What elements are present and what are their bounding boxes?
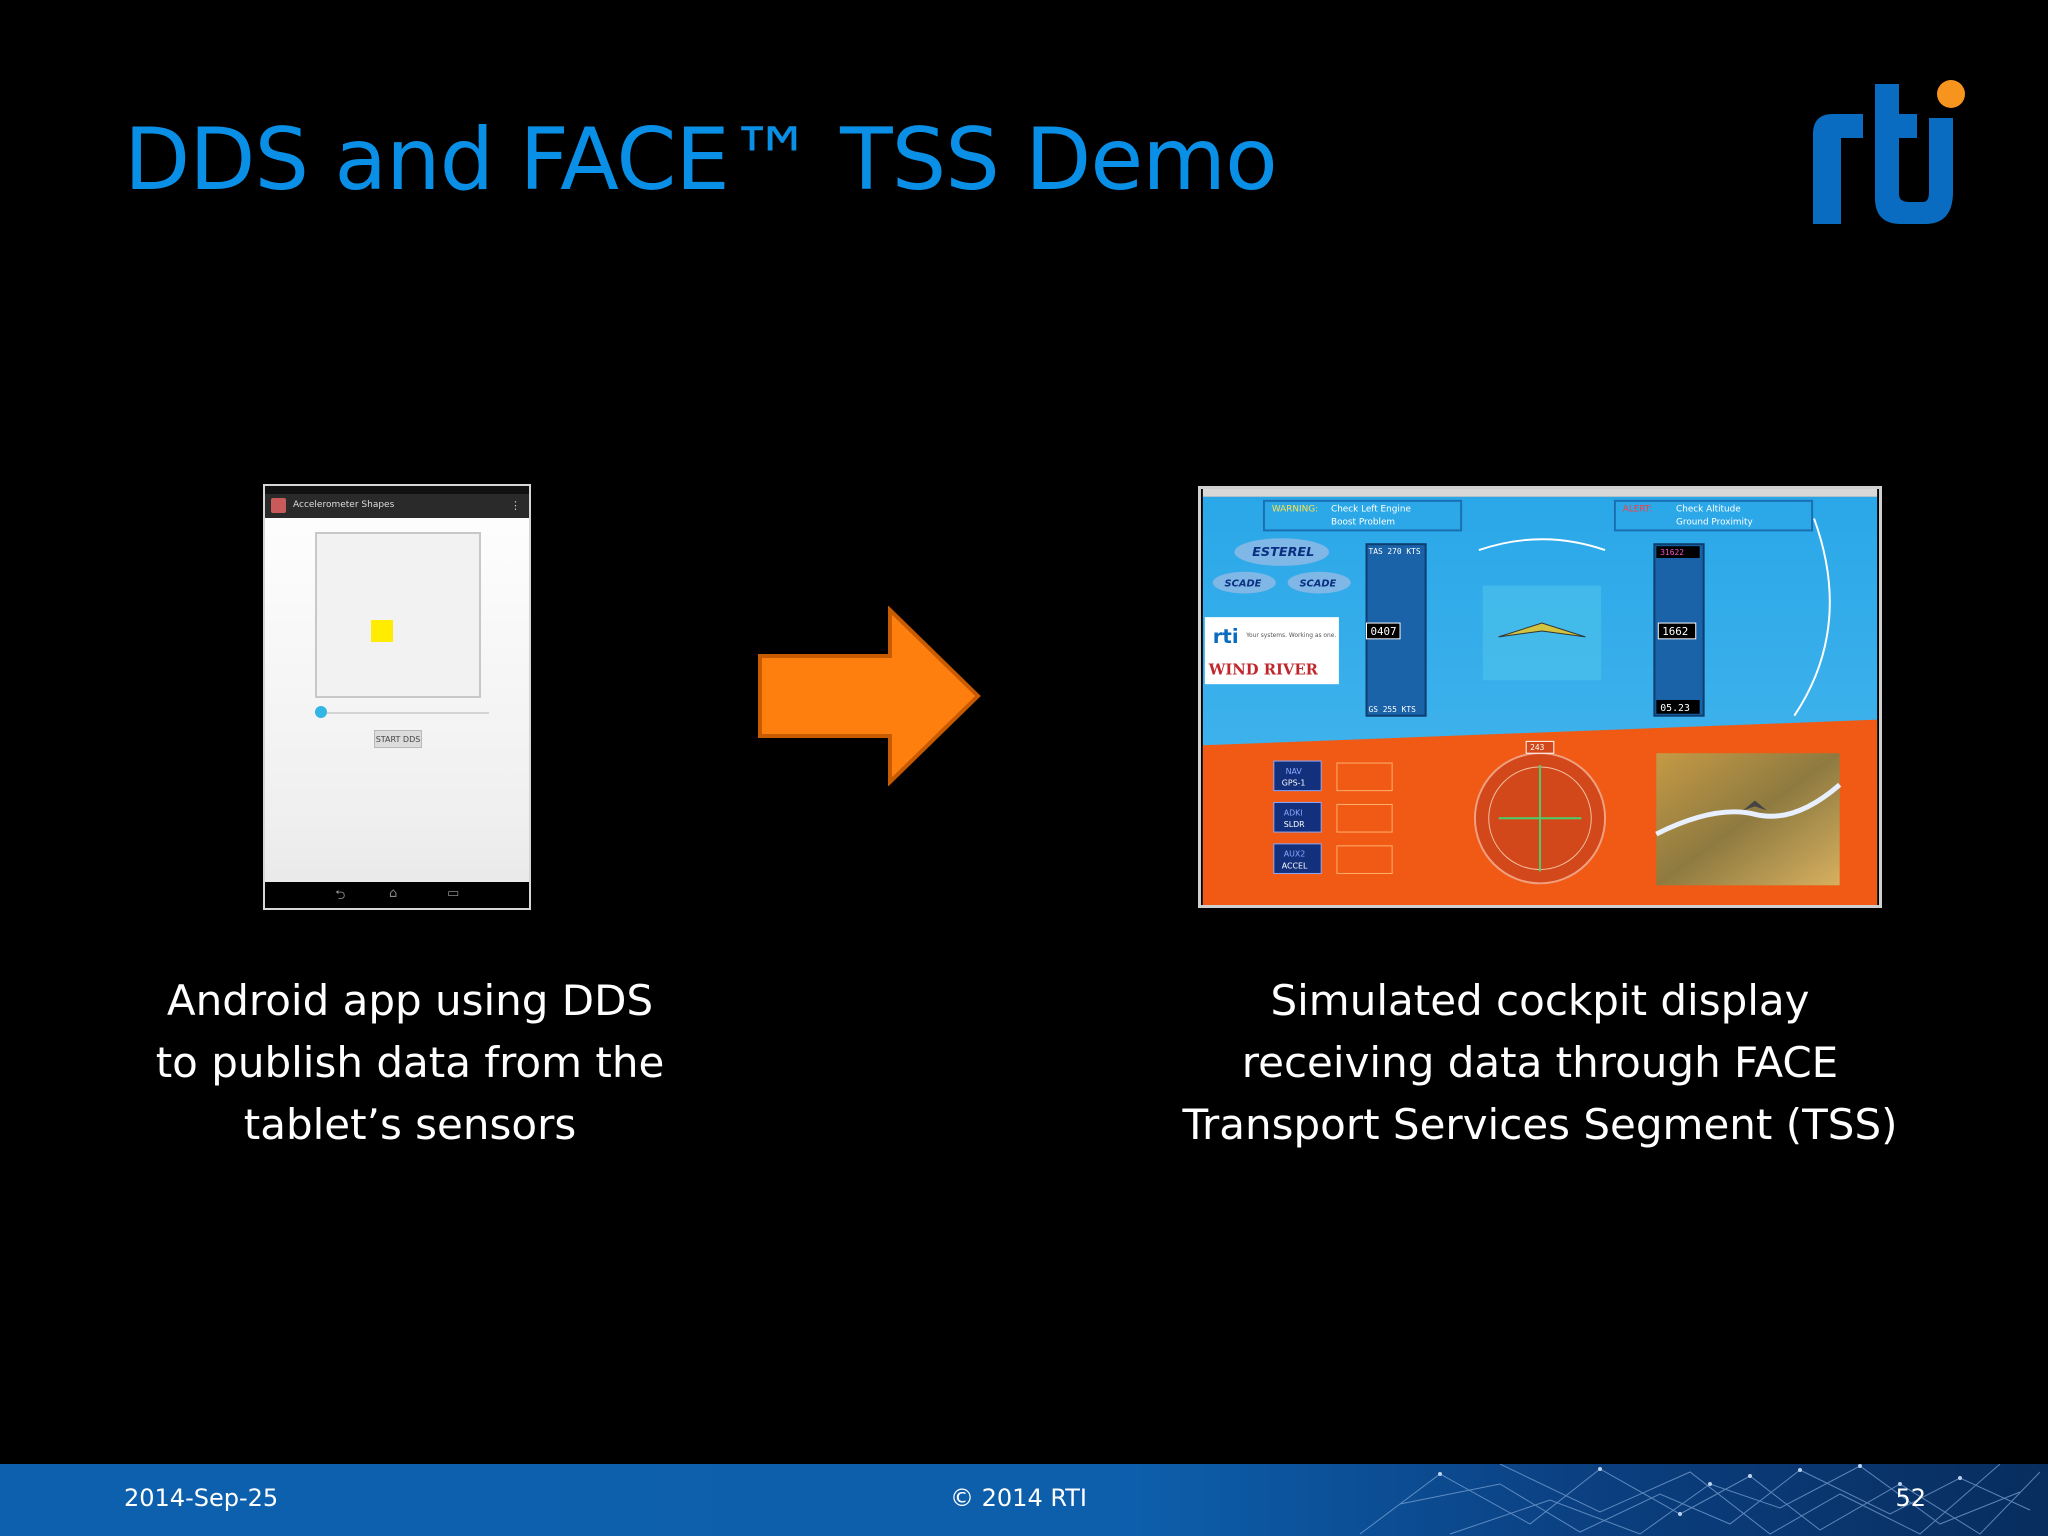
cockpit-caption-line-1: Simulated cockpit display	[1270, 976, 1810, 1025]
rti-mini-logo: rti	[1213, 625, 1239, 648]
heading-readout: 243	[1530, 743, 1544, 752]
android-nav-bar: ⮌ ⌂ ▭	[265, 882, 529, 908]
slide-footer: 2014-Sep-25 © 2014 RTI 52	[0, 1464, 2048, 1536]
slider-knob[interactable]	[315, 706, 327, 718]
esterel-text: ESTEREL	[1252, 545, 1314, 560]
app-title: Accelerometer Shapes	[293, 500, 395, 510]
footer-page-number: 52	[1895, 1484, 1926, 1512]
network-graphic	[1359, 1464, 2041, 1535]
svg-text:ADKI: ADKI	[1284, 808, 1303, 817]
alert-text-2: Ground Proximity	[1676, 517, 1753, 527]
svg-text:NAV: NAV	[1286, 767, 1303, 776]
cockpit-caption-line-2: receiving data through FACE	[1241, 1038, 1839, 1087]
altitude-readout: 1662	[1662, 625, 1688, 638]
back-icon[interactable]: ⮌	[335, 886, 345, 908]
alert-text-1: Check Altitude	[1676, 505, 1741, 515]
scade-text-1: SCADE	[1225, 579, 1262, 590]
slide-title: DDS and FACE™ TSS Demo	[124, 110, 1278, 210]
svg-text:SLDR: SLDR	[1284, 820, 1305, 829]
home-icon[interactable]: ⌂	[389, 886, 397, 901]
svg-text:GPS-1: GPS-1	[1282, 779, 1306, 788]
attitude-box	[1482, 585, 1602, 681]
shape-canvas	[315, 532, 481, 698]
cockpit-display-screenshot: WARNING: Check Left Engine Boost Problem…	[1198, 486, 1882, 908]
android-caption: Android app using DDS to publish data fr…	[110, 970, 710, 1156]
warning-text-1: Check Left Engine	[1331, 505, 1411, 515]
altitude-target: 31622	[1660, 548, 1684, 557]
svg-text:ACCEL: ACCEL	[1282, 862, 1308, 871]
rti-logo	[1813, 80, 1965, 224]
true-airspeed: TAS 270 KTS	[1368, 547, 1420, 556]
footer-copyright: © 2014 RTI	[950, 1484, 1088, 1512]
arrow-right-icon	[758, 606, 981, 786]
speed-readout: 0407	[1370, 625, 1396, 638]
slider-track[interactable]	[321, 712, 489, 714]
cockpit-caption-line-3: Transport Services Segment (TSS)	[1182, 1100, 1898, 1149]
wind-river-logo: WIND RIVER	[1208, 661, 1319, 678]
android-caption-line-3: tablet’s sensors	[243, 1100, 577, 1149]
android-tablet-screenshot: Accelerometer Shapes ⋮ START DDS ⮌ ⌂ ▭	[263, 484, 531, 910]
start-dds-button[interactable]: START DDS	[374, 730, 422, 748]
warning-text-2: Boost Problem	[1331, 517, 1395, 527]
recents-icon[interactable]: ▭	[447, 886, 459, 901]
yellow-square-shape	[371, 620, 393, 642]
android-caption-line-2: to publish data from the	[155, 1038, 665, 1087]
app-action-bar: Accelerometer Shapes ⋮	[265, 494, 529, 518]
app-icon	[271, 498, 286, 513]
ground-speed: GS 255 KTS	[1368, 705, 1416, 714]
vertical-speed: 05.23	[1660, 703, 1690, 714]
status-bar	[265, 486, 529, 494]
warning-label: WARNING:	[1272, 505, 1318, 515]
footer-date: 2014-Sep-25	[124, 1484, 279, 1512]
svg-text:AUX2: AUX2	[1284, 850, 1306, 859]
android-caption-line-1: Android app using DDS	[166, 976, 654, 1025]
terrain-map	[1656, 753, 1840, 886]
cockpit-caption: Simulated cockpit display receiving data…	[1160, 970, 1920, 1156]
scade-text-2: SCADE	[1299, 579, 1336, 590]
overflow-menu-icon[interactable]: ⋮	[510, 499, 521, 512]
alert-label: ALERT:	[1623, 505, 1653, 515]
rti-tagline: Your systems. Working as one.	[1245, 633, 1336, 639]
